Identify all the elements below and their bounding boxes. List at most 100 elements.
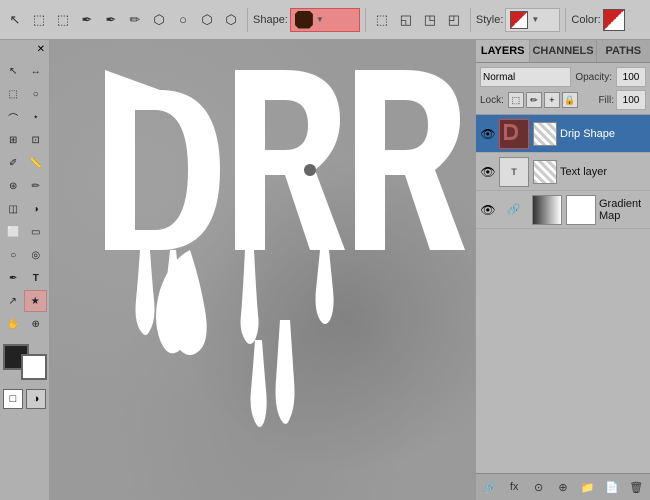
ellipse-marquee-tool[interactable]: ○ (25, 83, 47, 105)
toolbar-icon-5[interactable]: ✒ (100, 9, 122, 31)
dodge-pair: ○ ◎ (3, 244, 47, 266)
spot-heal-tool[interactable]: ⊛ (3, 175, 25, 197)
canvas-area (50, 40, 475, 500)
lock-fill-row: Lock: ⬚ ✏ + 🔒 Fill: (480, 90, 646, 110)
layer-item-gradient[interactable]: 👁 🔗 Gradient Map (476, 191, 650, 229)
blend-mode-select[interactable]: Normal (480, 67, 571, 87)
lock-group: Lock: ⬚ ✏ + 🔒 (480, 92, 578, 108)
toolbar-icon-7[interactable]: ⬡ (148, 9, 170, 31)
path-select-tool[interactable]: ↗ (3, 290, 24, 312)
fill-group: Fill: (598, 90, 646, 110)
lasso-tool[interactable]: ⌒ (3, 106, 25, 128)
brush-tool[interactable]: ✏ (25, 175, 47, 197)
select-tool[interactable]: ↔ (25, 60, 47, 82)
move-tool[interactable]: ↖ (3, 60, 25, 82)
quick-mask-mode[interactable]: ◑ (26, 389, 46, 409)
eraser-pair: ⬜ ▭ (3, 221, 47, 243)
style-label: Style: (476, 14, 504, 26)
layer-style-button[interactable]: fx (504, 477, 524, 497)
quick-mask-area: □ ◑ (3, 389, 46, 409)
toolbar-icon-1[interactable]: ↖ (4, 9, 26, 31)
lock-image-icon[interactable]: ✏ (526, 92, 542, 108)
toolbar-icon-3[interactable]: ⬚ (52, 9, 74, 31)
marquee-pair: ⬚ ○ (3, 83, 47, 105)
history-brush-tool[interactable]: ◑ (25, 198, 47, 220)
layer-item-drip-shape[interactable]: 👁 Drip Shape (476, 115, 650, 153)
layer-mask-button[interactable]: ⊙ (529, 477, 549, 497)
layer-mask-drip (533, 122, 557, 146)
toolbar-icon-14[interactable]: ◰ (443, 9, 465, 31)
clone-tool[interactable]: ◫ (3, 198, 25, 220)
tab-channels[interactable]: CHANNELS (530, 40, 596, 62)
toolbar-icon-10[interactable]: ⬡ (220, 9, 242, 31)
link-layers-button[interactable]: 🔗 (480, 477, 500, 497)
style-label-group: Style: (476, 14, 504, 26)
eyedropper-tool[interactable]: ✐ (3, 152, 25, 174)
toolbar-icon-2[interactable]: ⬚ (28, 9, 50, 31)
toolbar-icon-6[interactable]: ✏ (124, 9, 146, 31)
shape-tool-active[interactable]: ★ (24, 290, 47, 312)
layers-list: 👁 Drip Shape 👁 T Text layer (476, 115, 650, 473)
panel-tabs: LAYERS CHANNELS PATHS (476, 40, 650, 63)
toolbar-icon-4[interactable]: ✒ (76, 9, 98, 31)
color-swatch-main[interactable] (603, 9, 625, 31)
layer-thumb-gradient-link: 🔗 (499, 195, 529, 225)
toolbar-icon-11[interactable]: ⬚ (371, 9, 393, 31)
style-dropdown[interactable]: ▼ (505, 8, 560, 32)
toolbar-icon-12[interactable]: ◱ (395, 9, 417, 31)
lock-all-icon[interactable]: 🔒 (562, 92, 578, 108)
layer-visibility-gradient[interactable]: 👁 (480, 202, 496, 218)
tab-layers[interactable]: LAYERS (476, 40, 530, 62)
layers-controls: Normal Opacity: Lock: ⬚ ✏ + 🔒 Fill: (476, 63, 650, 115)
background-color[interactable] (21, 354, 47, 380)
drip-text-svg (90, 50, 475, 470)
shape-preview-icon (295, 11, 313, 29)
opacity-input[interactable] (616, 67, 646, 87)
toolbar-sep-1 (247, 8, 248, 32)
drip-text-container (90, 50, 470, 450)
layer-name-drip: Drip Shape (560, 128, 646, 140)
crop-pair: ⊞ ⊡ (3, 129, 47, 151)
dodge-tool[interactable]: ○ (3, 244, 25, 266)
fill-input[interactable] (616, 90, 646, 110)
eraser-tool[interactable]: ⬜ (3, 221, 25, 243)
eyedropper-pair: ✐ 📏 (3, 152, 47, 174)
layer-item-text[interactable]: 👁 T Text layer (476, 153, 650, 191)
layer-mask-text (533, 160, 557, 184)
zoom-tool[interactable]: ⊕ (25, 313, 47, 335)
layer-name-text: Text layer (560, 166, 646, 178)
ruler-tool[interactable]: 📏 (25, 152, 47, 174)
layer-name-gradient: Gradient Map (599, 198, 646, 222)
panel-bottom-bar: 🔗 fx ⊙ ⊕ 📁 📄 🗑 (476, 473, 650, 500)
type-tool[interactable]: T (25, 267, 47, 289)
delete-layer-button[interactable]: 🗑 (626, 477, 646, 497)
lock-position-icon[interactable]: + (544, 92, 560, 108)
layer-visibility-drip[interactable]: 👁 (480, 126, 496, 142)
rect-marquee-tool[interactable]: ⬚ (3, 83, 25, 105)
layer-visibility-text[interactable]: 👁 (480, 164, 496, 180)
toolbar-icon-9[interactable]: ⬡ (196, 9, 218, 31)
toolbar-header: ✕ (0, 44, 49, 55)
style-dropdown-arrow: ▼ (531, 15, 539, 24)
magic-wand-tool[interactable]: ⋆ (25, 106, 47, 128)
pen-tool[interactable]: ✒ (3, 267, 25, 289)
adjustment-layer-button[interactable]: ⊕ (553, 477, 573, 497)
lock-transparent-icon[interactable]: ⬚ (508, 92, 524, 108)
toolbar-sep-2 (365, 8, 366, 32)
collapse-button[interactable]: ✕ (37, 44, 45, 55)
burn-tool[interactable]: ◎ (25, 244, 47, 266)
toolbar-icon-13[interactable]: ◳ (419, 9, 441, 31)
toolbar-icon-8[interactable]: ○ (172, 9, 194, 31)
shape-dropdown[interactable]: ▼ (290, 8, 360, 32)
crop-tool[interactable]: ⊞ (3, 129, 25, 151)
new-layer-button[interactable]: 📄 (602, 477, 622, 497)
layer-group-button[interactable]: 📁 (577, 477, 597, 497)
hand-tool[interactable]: ✋ (3, 313, 25, 335)
layer-thumb-text: T (499, 157, 529, 187)
gradient-tool[interactable]: ▭ (25, 221, 47, 243)
shape-dropdown-arrow: ▼ (316, 15, 324, 24)
normal-mode[interactable]: □ (3, 389, 23, 409)
layer-thumb-gradient (532, 195, 562, 225)
slice-tool[interactable]: ⊡ (25, 129, 47, 151)
tab-paths[interactable]: PATHS (597, 40, 650, 62)
